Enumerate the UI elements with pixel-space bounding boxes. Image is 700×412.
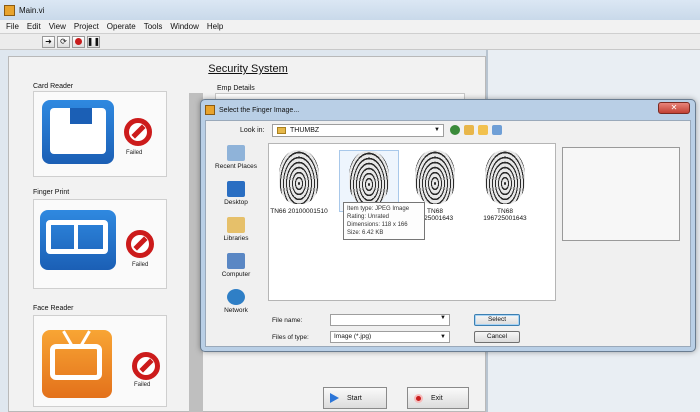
place-computer[interactable]: Computer xyxy=(208,253,264,278)
tooltip-rating: Rating: Unrated xyxy=(347,214,390,220)
exit-button[interactable]: Exit xyxy=(407,387,469,409)
tooltip-size: Size: 6.42 KB xyxy=(347,230,384,236)
no-entry-icon xyxy=(124,118,152,146)
stop-icon xyxy=(414,393,423,403)
network-icon xyxy=(227,289,245,305)
place-label: Libraries xyxy=(223,235,249,242)
file-name-label: File name: xyxy=(272,317,303,324)
dialog-titlebar: Select the Finger Image... xyxy=(205,102,299,118)
play-icon xyxy=(330,393,339,403)
cancel-button[interactable]: Cancel xyxy=(474,331,520,343)
file-type-label: Files of type: xyxy=(272,334,309,341)
close-icon[interactable]: ✕ xyxy=(658,102,690,114)
new-folder-icon[interactable] xyxy=(478,125,488,135)
file-dialog: Select the Finger Image... ✕ Look in: TH… xyxy=(200,99,696,352)
place-desktop[interactable]: Desktop xyxy=(208,181,264,206)
dialog-title: Select the Finger Image... xyxy=(219,106,300,114)
tv-icon xyxy=(42,330,112,398)
file-item[interactable]: TN68 196725001643 xyxy=(475,150,535,222)
run-continuous-icon[interactable]: ⟳ xyxy=(57,35,70,48)
fingerprint-thumbnail xyxy=(279,150,319,204)
chevron-down-icon: ▼ xyxy=(440,315,446,321)
file-tooltip: Item type: JPEG Image Rating: Unrated Di… xyxy=(343,202,425,240)
tooltip-item-type: Item type: JPEG Image xyxy=(347,206,410,212)
finger-print-label: Finger Print xyxy=(33,189,70,196)
place-label: Network xyxy=(224,307,248,314)
file-type-value: Image (*.jpg) xyxy=(334,333,372,340)
look-in-combo[interactable]: THUMBZ ▼ xyxy=(272,124,444,137)
film-strip-icon xyxy=(40,210,116,270)
place-label: Computer xyxy=(221,271,251,278)
file-name: TN66 20100001510 xyxy=(270,208,328,215)
menu-tools[interactable]: Tools xyxy=(144,22,163,31)
exit-label: Exit xyxy=(431,394,443,402)
card-reader-status: Failed xyxy=(126,150,143,156)
face-reader-status: Failed xyxy=(134,382,151,388)
labview-app-icon xyxy=(4,4,15,16)
recent-places-icon xyxy=(227,145,245,161)
face-reader-label: Face Reader xyxy=(33,305,74,312)
places-bar: Recent Places Desktop Libraries Computer… xyxy=(208,143,264,323)
pause-icon[interactable]: ❚❚ xyxy=(87,35,100,48)
page-title: Security System xyxy=(208,63,288,75)
menu-file[interactable]: File xyxy=(6,22,19,31)
fingerprint-thumbnail xyxy=(349,151,389,205)
look-in-label: Look in: xyxy=(240,127,265,134)
select-button[interactable]: Select xyxy=(474,314,520,326)
start-label: Start xyxy=(347,394,362,402)
file-name-input[interactable]: ▼ xyxy=(330,314,450,326)
emp-details-label: Emp Details xyxy=(217,85,255,92)
no-entry-icon xyxy=(126,230,154,258)
nav-icons xyxy=(450,125,502,135)
chevron-down-icon: ▼ xyxy=(434,127,440,133)
fingerprint-thumbnail xyxy=(415,150,455,204)
card-reader-box: Failed xyxy=(33,91,167,177)
floppy-icon xyxy=(42,100,114,164)
image-preview xyxy=(562,147,680,241)
dialog-body: Look in: THUMBZ ▼ Recent Places Desktop … xyxy=(205,120,691,347)
menu-window[interactable]: Window xyxy=(170,22,198,31)
look-in-value: THUMBZ xyxy=(290,127,320,134)
no-entry-icon xyxy=(132,352,160,380)
file-name-partial: TN68 xyxy=(427,208,443,215)
place-label: Desktop xyxy=(224,199,248,206)
file-name: TN68 196725001643 xyxy=(483,208,527,222)
tooltip-dimensions: Dimensions: 118 x 166 xyxy=(347,222,408,228)
desktop-icon xyxy=(227,181,245,197)
file-type-select[interactable]: Image (*.jpg) ▼ xyxy=(330,331,450,343)
finger-print-box: Failed xyxy=(33,199,167,289)
menu-operate[interactable]: Operate xyxy=(107,22,136,31)
run-arrow-icon[interactable]: ➜ xyxy=(42,35,55,48)
place-libraries[interactable]: Libraries xyxy=(208,217,264,242)
toolbar: ➜ ⟳ ❚❚ xyxy=(0,34,700,50)
abort-icon[interactable] xyxy=(72,35,85,48)
menu-help[interactable]: Help xyxy=(207,22,223,31)
computer-icon xyxy=(227,253,245,269)
menu-view[interactable]: View xyxy=(49,22,66,31)
back-icon[interactable] xyxy=(450,125,460,135)
face-reader-box: Failed xyxy=(33,315,167,407)
place-label: Recent Places xyxy=(215,163,257,170)
up-folder-icon[interactable] xyxy=(464,125,474,135)
place-network[interactable]: Network xyxy=(208,289,264,314)
window-titlebar: Main.vi xyxy=(0,0,700,20)
window-title: Main.vi xyxy=(19,5,45,15)
fingerprint-thumbnail xyxy=(485,150,525,204)
finger-print-status: Failed xyxy=(132,262,149,268)
card-reader-label: Card Reader xyxy=(33,83,74,90)
view-menu-icon[interactable] xyxy=(492,125,502,135)
place-recent[interactable]: Recent Places xyxy=(208,145,264,170)
dialog-app-icon xyxy=(205,105,215,115)
libraries-icon xyxy=(227,217,245,233)
folder-icon xyxy=(277,127,286,134)
file-list: TN66 20100001510 TN68 6725001643 TN68 19… xyxy=(268,143,556,301)
file-item[interactable]: TN66 20100001510 xyxy=(269,150,329,215)
menu-project[interactable]: Project xyxy=(74,22,99,31)
start-button[interactable]: Start xyxy=(323,387,387,409)
chevron-down-icon: ▼ xyxy=(440,334,446,340)
menu-edit[interactable]: Edit xyxy=(27,22,41,31)
menu-bar: File Edit View Project Operate Tools Win… xyxy=(0,20,700,34)
